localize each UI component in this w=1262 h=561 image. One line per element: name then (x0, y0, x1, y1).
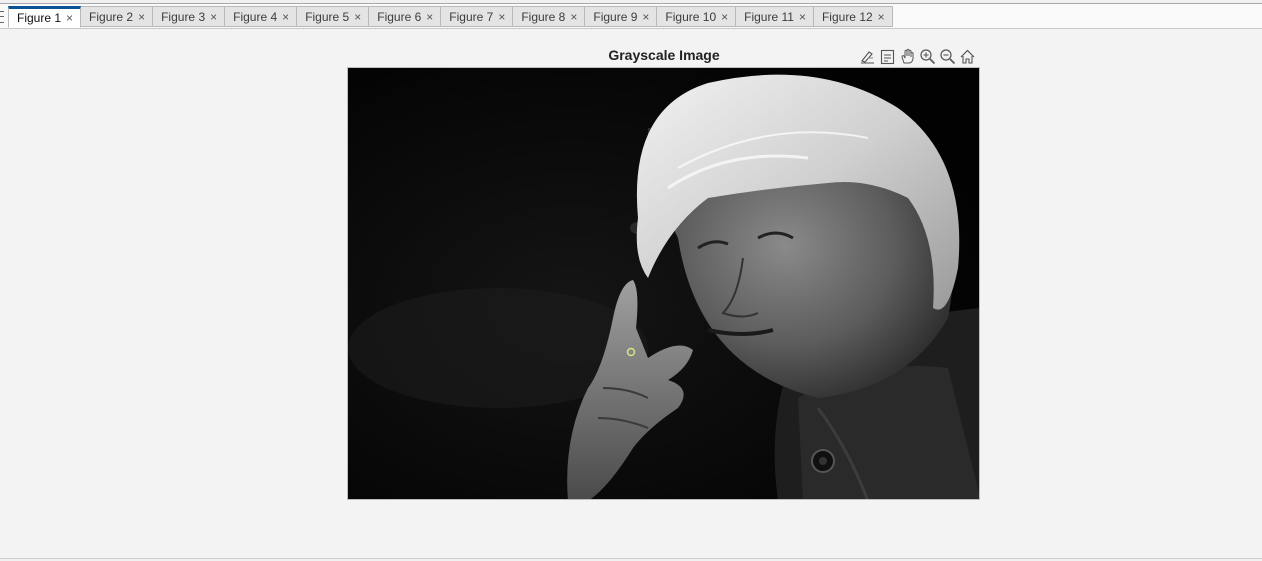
zoom-in-icon[interactable] (918, 46, 936, 66)
zoom-out-icon[interactable] (938, 46, 956, 66)
grayscale-image[interactable] (347, 67, 980, 500)
tab-figure-8[interactable]: Figure 8 × (513, 6, 586, 27)
bottom-border (0, 558, 1262, 559)
tab-figure-1[interactable]: Figure 1 × (8, 6, 82, 28)
tab-close-icon[interactable]: × (354, 11, 361, 23)
tab-close-icon[interactable]: × (210, 11, 217, 23)
figure-tabs: Figure 1 × Figure 2 × Figure 3 × Figure 4 × Figu… (8, 6, 893, 28)
tab-close-icon[interactable]: × (282, 11, 289, 23)
datatip-icon[interactable] (878, 46, 896, 66)
brush-icon[interactable] (858, 46, 876, 66)
tab-label: Figure 4 (233, 9, 278, 24)
tab-close-icon[interactable]: × (642, 11, 649, 23)
home-icon[interactable] (958, 46, 976, 66)
pan-icon[interactable] (898, 46, 916, 66)
tab-close-icon[interactable]: × (66, 12, 73, 24)
tab-close-icon[interactable]: × (570, 11, 577, 23)
tab-label: Figure 11 (744, 9, 794, 24)
tab-figure-10[interactable]: Figure 10 × (657, 6, 737, 27)
tab-figure-12[interactable]: Figure 12 × (813, 6, 893, 27)
tab-figure-7[interactable]: Figure 7 × (441, 6, 514, 27)
tab-figure-2[interactable]: Figure 2 × (81, 6, 154, 27)
tab-close-icon[interactable]: × (426, 11, 433, 23)
tab-label: Figure 9 (593, 9, 638, 24)
tab-figure-3[interactable]: Figure 3 × (153, 6, 226, 27)
tab-figure-4[interactable]: Figure 4 × (225, 6, 298, 27)
tab-label: Figure 7 (449, 9, 494, 24)
tab-label: Figure 6 (377, 9, 422, 24)
portrait-image (348, 68, 979, 499)
tab-label: Figure 5 (305, 9, 350, 24)
tab-label: Figure 2 (89, 9, 134, 24)
axes-toolbar (858, 46, 976, 66)
tab-label: Figure 12 (821, 9, 873, 24)
tab-bar-grip-icon[interactable] (0, 11, 4, 23)
tab-close-icon[interactable]: × (878, 11, 885, 23)
tab-figure-5[interactable]: Figure 5 × (297, 6, 370, 27)
tab-close-icon[interactable]: × (721, 11, 728, 23)
tab-figure-11[interactable]: Figure 11 × (736, 6, 814, 27)
tab-close-icon[interactable]: × (799, 11, 806, 23)
tab-label: Figure 3 (161, 9, 206, 24)
tab-close-icon[interactable]: × (498, 11, 505, 23)
tab-figure-6[interactable]: Figure 6 × (369, 6, 442, 27)
tab-label: Figure 1 (17, 11, 62, 25)
figure-tab-bar: Figure 1 × Figure 2 × Figure 3 × Figure 4 × Figu… (0, 4, 1262, 29)
tab-close-icon[interactable]: × (138, 11, 145, 23)
tab-label: Figure 8 (521, 9, 566, 24)
tab-figure-9[interactable]: Figure 9 × (585, 6, 658, 27)
tab-label: Figure 10 (665, 9, 717, 24)
